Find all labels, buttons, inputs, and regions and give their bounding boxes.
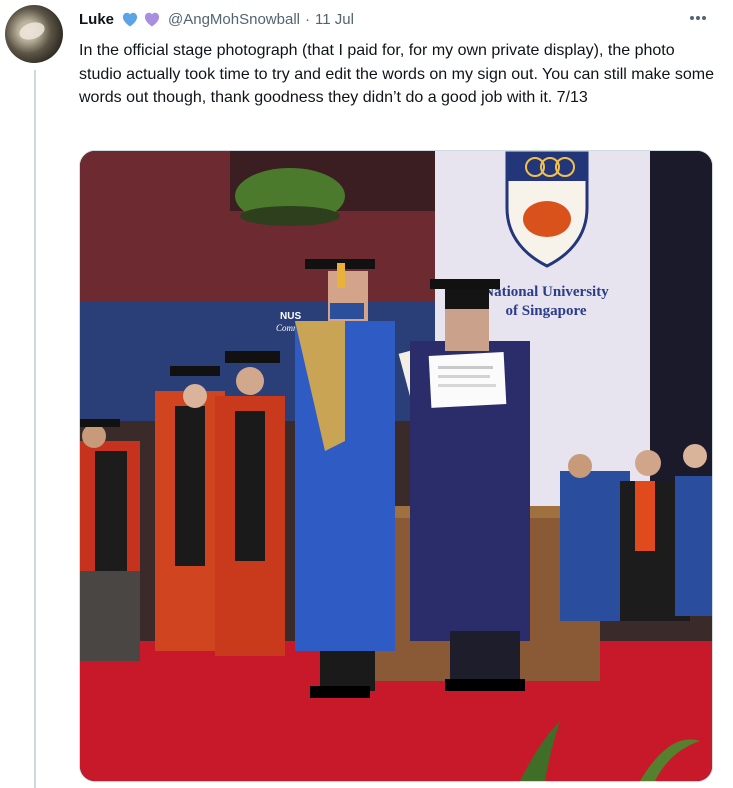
tweet-header: Luke @AngMohSnowball · 11 Jul	[79, 8, 354, 30]
tweet-date[interactable]: 11 Jul	[315, 11, 354, 28]
thread-connector-line	[34, 70, 36, 788]
graduation-stage-photo: National University of Singapore NUS Com…	[80, 151, 712, 781]
purple-heart-icon	[144, 12, 160, 27]
separator-dot: ·	[304, 10, 310, 28]
screen-logo-text: NUS	[280, 311, 301, 322]
tweet-text: In the official stage photograph (that I…	[79, 42, 714, 106]
banner-line-1: National University	[483, 284, 609, 300]
author-name[interactable]: Luke	[79, 11, 114, 28]
name-emojis	[120, 9, 162, 29]
avatar[interactable]	[5, 5, 63, 63]
tweet-photo[interactable]: National University of Singapore NUS Com…	[79, 150, 713, 782]
author-handle[interactable]: @AngMohSnowball	[168, 11, 300, 28]
more-options-icon[interactable]	[687, 8, 709, 28]
banner-line-2: of Singapore	[506, 303, 587, 319]
blue-heart-icon	[122, 12, 138, 27]
